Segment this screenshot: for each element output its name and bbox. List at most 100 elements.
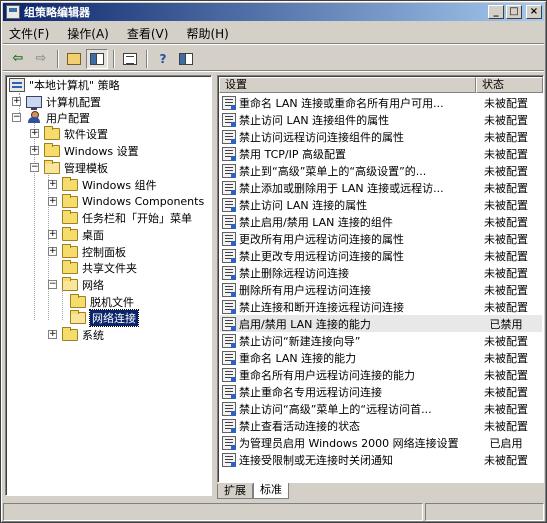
menu-file[interactable]: 文件(F): [9, 25, 49, 42]
forward-button[interactable]: ⇨: [30, 49, 52, 69]
table-row[interactable]: 禁止访问“新建连接向导” 未被配置: [220, 332, 542, 349]
folder-icon: [62, 259, 78, 274]
table-row[interactable]: 启用/禁用 LAN 连接的能力 已禁用: [220, 315, 542, 332]
expand-icon[interactable]: +: [48, 330, 57, 339]
tree-item-windows-settings[interactable]: + Windows 设置: [30, 142, 139, 159]
folder-icon: [62, 226, 78, 241]
table-row[interactable]: 更改所有用户远程访问连接的属性 未被配置: [220, 230, 542, 247]
back-button[interactable]: ⇦: [7, 49, 29, 69]
policy-setting-icon: [222, 265, 236, 280]
tree-item-taskbar[interactable]: 任务栏和「开始」菜单: [48, 209, 192, 226]
table-row[interactable]: 禁止访问 LAN 连接组件的属性 未被配置: [220, 111, 542, 128]
tree-item-user-config[interactable]: − 用户配置: [12, 109, 90, 126]
policy-setting-icon: [222, 282, 236, 297]
table-row[interactable]: 连接受限制或无连接时关闭通知 未被配置: [220, 451, 542, 468]
tree-item-network[interactable]: − 网络: [48, 276, 104, 293]
expand-icon[interactable]: +: [48, 230, 57, 239]
collapse-icon[interactable]: −: [30, 163, 39, 172]
setting-name: 禁止访问 LAN 连接的属性: [239, 198, 368, 212]
collapse-icon[interactable]: −: [48, 280, 57, 289]
tree-item-root[interactable]: "本地计算机" 策略: [9, 76, 120, 93]
tree-item-control-panel[interactable]: + 控制面板: [48, 243, 126, 260]
tree-item-admin-templates[interactable]: − 管理模板: [30, 159, 108, 176]
table-row[interactable]: 禁止访问“高级”菜单上的“远程访问首... 未被配置: [220, 400, 542, 417]
user-icon: [26, 111, 42, 124]
tree-item-windows-components[interactable]: + Windows 组件: [48, 176, 157, 193]
menu-view[interactable]: 查看(V): [127, 25, 169, 42]
table-row[interactable]: 禁止更改专用远程访问连接的属性 未被配置: [220, 247, 542, 264]
export-list-button[interactable]: [119, 49, 141, 69]
menu-help[interactable]: 帮助(H): [186, 25, 228, 42]
tree-item-network-connections[interactable]: 网络连接: [70, 308, 139, 327]
setting-state: 未被配置: [484, 249, 528, 263]
expand-icon[interactable]: +: [48, 247, 57, 256]
table-row[interactable]: 禁止访问远程访问连接组件的属性 未被配置: [220, 128, 542, 145]
expand-icon[interactable]: +: [12, 97, 21, 106]
setting-name: 禁止访问“高级”菜单上的“远程访问首...: [239, 402, 432, 416]
setting-name: 禁止访问远程访问连接组件的属性: [239, 130, 404, 144]
menu-action[interactable]: 操作(A): [67, 25, 109, 42]
settings-list[interactable]: 设置 状态 重命名 LAN 连接或重命名所有用户可用... 未被配置 禁止访问 LA…: [217, 75, 544, 483]
help-button[interactable]: ?: [152, 49, 174, 69]
setting-state: 未被配置: [484, 368, 528, 382]
properties-button[interactable]: [175, 49, 197, 69]
table-row[interactable]: 禁止连接和断开连接远程访问连接 未被配置: [220, 298, 542, 315]
policy-icon: [9, 77, 25, 92]
setting-name: 禁止更改专用远程访问连接的属性: [239, 249, 404, 263]
table-row[interactable]: 禁用 TCP/IP 高级配置 未被配置: [220, 145, 542, 162]
tab-extended[interactable]: 扩展: [217, 484, 253, 499]
table-row[interactable]: 禁止启用/禁用 LAN 连接的组件 未被配置: [220, 213, 542, 230]
policy-setting-icon: [222, 435, 236, 450]
table-row[interactable]: 重命名 LAN 连接的能力 未被配置: [220, 349, 542, 366]
window-title: 组策略编辑器: [24, 6, 90, 19]
expand-icon[interactable]: +: [30, 129, 39, 138]
table-row[interactable]: 删除所有用户远程访问连接 未被配置: [220, 281, 542, 298]
expand-icon[interactable]: +: [48, 180, 57, 189]
setting-name: 重命名所有用户远程访问连接的能力: [239, 368, 415, 382]
expand-icon[interactable]: +: [48, 197, 57, 206]
tree-item-offline-files[interactable]: 脱机文件: [70, 293, 134, 310]
tree-item-software-settings[interactable]: + 软件设置: [30, 125, 108, 142]
tab-standard[interactable]: 标准: [253, 483, 289, 499]
setting-state: 未被配置: [484, 300, 528, 314]
folder-open-icon: [62, 276, 78, 291]
collapse-icon[interactable]: −: [12, 113, 21, 122]
table-row[interactable]: 重命名 LAN 连接或重命名所有用户可用... 未被配置: [220, 94, 542, 111]
column-header-setting[interactable]: 设置: [219, 77, 476, 93]
table-row[interactable]: 禁止查看活动连接的状态 未被配置: [220, 417, 542, 434]
table-row[interactable]: 禁止添加或删除用于 LAN 连接或远程访... 未被配置: [220, 179, 542, 196]
minimize-button[interactable]: _: [488, 5, 504, 19]
setting-state: 未被配置: [484, 266, 528, 280]
tree-label: 控制面板: [82, 245, 126, 259]
folder-open-icon: [44, 159, 60, 174]
tree-item-shared-folders[interactable]: 共享文件夹: [48, 259, 137, 276]
table-row[interactable]: 禁止访问 LAN 连接的属性 未被配置: [220, 196, 542, 213]
policy-setting-icon: [222, 316, 236, 331]
table-row[interactable]: 重命名所有用户远程访问连接的能力 未被配置: [220, 366, 542, 383]
close-button[interactable]: ×: [526, 5, 542, 19]
toolbar-separator: [146, 49, 148, 68]
status-cell: [3, 503, 423, 521]
policy-setting-icon: [222, 112, 236, 127]
table-row[interactable]: 禁止重命名专用远程访问连接 未被配置: [220, 383, 542, 400]
expand-icon[interactable]: +: [30, 146, 39, 155]
tree-item-computer-config[interactable]: + 计算机配置: [12, 93, 101, 110]
tree-item-system[interactable]: + 系统: [48, 326, 104, 343]
show-tree-button[interactable]: [86, 48, 108, 69]
up-level-button[interactable]: [63, 49, 85, 69]
policy-setting-icon: [222, 231, 236, 246]
tree-pane[interactable]: "本地计算机" 策略 + 计算机配置 − 用户配置 + 软件设置 + Windo…: [5, 75, 212, 496]
maximize-button[interactable]: □: [506, 5, 522, 19]
tree-item-desktop[interactable]: + 桌面: [48, 226, 104, 243]
table-row[interactable]: 为管理员启用 Windows 2000 网络连接设置 已启用: [220, 434, 542, 451]
policy-setting-icon: [222, 418, 236, 433]
policy-setting-icon: [222, 129, 236, 144]
title-bar: 组策略编辑器 _ □ ×: [3, 3, 544, 21]
column-header-state[interactable]: 状态: [476, 77, 543, 93]
policy-setting-icon: [222, 401, 236, 416]
table-row[interactable]: 禁止删除远程访问连接 未被配置: [220, 264, 542, 281]
status-cell: [425, 503, 544, 521]
policy-setting-icon: [222, 146, 236, 161]
table-row[interactable]: 禁止到“高级”菜单上的“高级设置”的... 未被配置: [220, 162, 542, 179]
tree-item-windows-components-en[interactable]: + Windows Components: [48, 193, 204, 210]
